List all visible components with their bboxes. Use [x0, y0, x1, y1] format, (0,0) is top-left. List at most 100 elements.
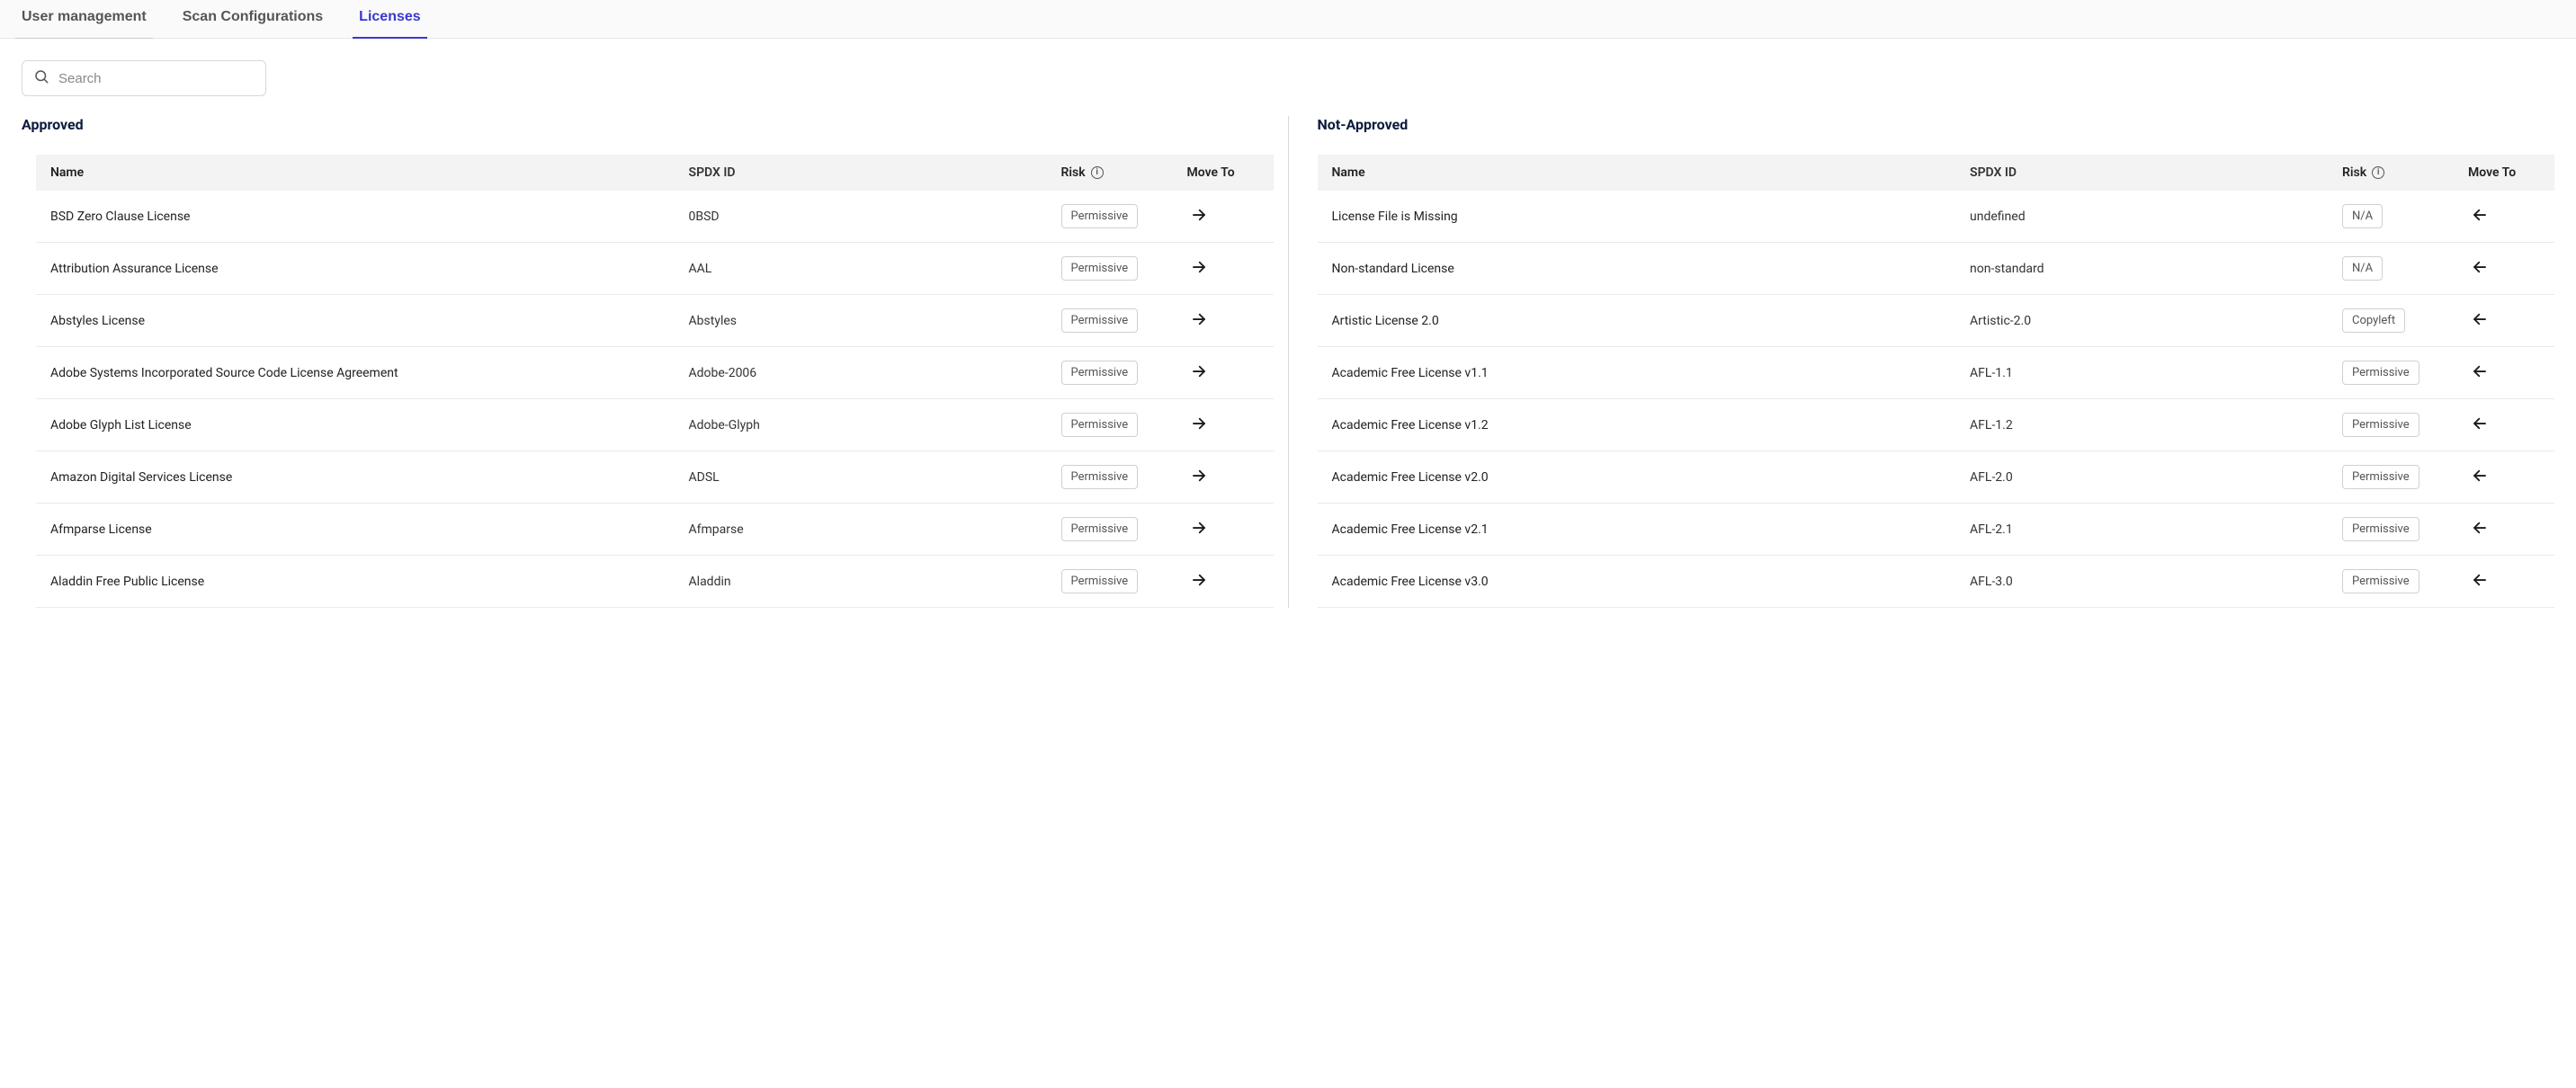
col-header-risk: Risk i [2342, 165, 2468, 180]
move-to-approved-button[interactable] [2468, 360, 2491, 386]
move-to-not-approved-button[interactable] [1187, 464, 1211, 490]
risk-badge: Permissive [1061, 204, 1139, 228]
move-cell [1187, 568, 1259, 594]
arrow-left-icon [2472, 520, 2488, 539]
move-to-not-approved-button[interactable] [1187, 255, 1211, 281]
arrow-right-icon [1191, 363, 1207, 382]
license-risk: Permissive [1061, 308, 1187, 333]
tab-licenses[interactable]: Licenses [359, 0, 420, 38]
license-name: Afmparse License [50, 522, 689, 537]
risk-badge: Permissive [2342, 517, 2419, 541]
table-row: Attribution Assurance LicenseAALPermissi… [36, 243, 1274, 295]
arrow-right-icon [1191, 415, 1207, 434]
move-to-approved-button[interactable] [2468, 516, 2491, 542]
col-header-spdx: SPDX ID [1970, 165, 2342, 180]
arrow-left-icon [2472, 207, 2488, 226]
license-name: Abstyles License [50, 314, 689, 328]
tab-user-management[interactable]: User management [22, 0, 147, 38]
not-approved-table: Name SPDX ID Risk i Move To License File… [1318, 155, 2555, 608]
move-cell [1187, 464, 1259, 490]
approved-table-header: Name SPDX ID Risk i Move To [36, 155, 1274, 191]
risk-badge: Permissive [2342, 569, 2419, 593]
move-cell [1187, 308, 1259, 334]
risk-badge: N/A [2342, 204, 2383, 228]
license-spdx: AFL-2.1 [1970, 522, 2342, 537]
license-risk: Permissive [2342, 569, 2468, 593]
move-cell [1187, 255, 1259, 281]
table-row: Academic Free License v2.1AFL-2.1Permiss… [1318, 504, 2555, 556]
move-to-approved-button[interactable] [2468, 412, 2491, 438]
license-name: Academic Free License v1.2 [1332, 418, 1971, 433]
arrow-left-icon [2472, 572, 2488, 591]
table-row: Abstyles LicenseAbstylesPermissive [36, 295, 1274, 347]
license-risk: Permissive [1061, 413, 1187, 437]
move-to-not-approved-button[interactable] [1187, 203, 1211, 229]
col-header-spdx: SPDX ID [689, 165, 1061, 180]
license-spdx: non-standard [1970, 262, 2342, 276]
license-spdx: Aladdin [689, 575, 1061, 589]
license-risk: Permissive [2342, 361, 2468, 385]
license-name: Adobe Systems Incorporated Source Code L… [50, 366, 689, 380]
move-to-approved-button[interactable] [2468, 255, 2491, 281]
not-approved-title: Not-Approved [1318, 116, 2555, 133]
license-risk: Permissive [2342, 465, 2468, 489]
move-to-approved-button[interactable] [2468, 203, 2491, 229]
move-to-approved-button[interactable] [2468, 568, 2491, 594]
move-to-not-approved-button[interactable] [1187, 568, 1211, 594]
search-input[interactable] [58, 71, 255, 86]
table-row: Artistic License 2.0Artistic-2.0Copyleft [1318, 295, 2555, 347]
table-row: Academic Free License v2.0AFL-2.0Permiss… [1318, 451, 2555, 504]
info-icon[interactable]: i [1091, 166, 1104, 179]
arrow-left-icon [2472, 468, 2488, 486]
license-name: Artistic License 2.0 [1332, 314, 1971, 328]
license-risk: Permissive [1061, 204, 1187, 228]
move-cell [2468, 360, 2540, 386]
move-cell [1187, 203, 1259, 229]
license-spdx: Adobe-2006 [689, 366, 1061, 380]
license-spdx: ADSL [689, 470, 1061, 485]
risk-badge: Permissive [1061, 413, 1139, 437]
license-spdx: AFL-2.0 [1970, 470, 2342, 485]
tabs-bar: User management Scan Configurations Licens… [0, 0, 2576, 39]
license-name: Aladdin Free Public License [50, 575, 689, 589]
table-row: License File is MissingundefinedN/A [1318, 191, 2555, 243]
risk-badge: Permissive [1061, 569, 1139, 593]
arrow-right-icon [1191, 311, 1207, 330]
license-name: Academic Free License v2.0 [1332, 470, 1971, 485]
table-row: Academic Free License v3.0AFL-3.0Permiss… [1318, 556, 2555, 608]
license-risk: Permissive [1061, 465, 1187, 489]
search-box[interactable] [22, 60, 266, 96]
move-to-not-approved-button[interactable] [1187, 412, 1211, 438]
license-risk: N/A [2342, 204, 2468, 228]
move-to-approved-button[interactable] [2468, 464, 2491, 490]
move-to-approved-button[interactable] [2468, 308, 2491, 334]
risk-badge: N/A [2342, 256, 2383, 281]
col-header-name: Name [1332, 165, 1971, 180]
license-spdx: Afmparse [689, 522, 1061, 537]
license-risk: Permissive [2342, 413, 2468, 437]
table-row: Academic Free License v1.2AFL-1.2Permiss… [1318, 399, 2555, 451]
table-row: Adobe Systems Incorporated Source Code L… [36, 347, 1274, 399]
move-to-not-approved-button[interactable] [1187, 360, 1211, 386]
move-to-not-approved-button[interactable] [1187, 308, 1211, 334]
info-icon[interactable]: i [2372, 166, 2384, 179]
move-cell [2468, 516, 2540, 542]
arrow-left-icon [2472, 363, 2488, 382]
license-spdx: AAL [689, 262, 1061, 276]
table-row: Non-standard Licensenon-standardN/A [1318, 243, 2555, 295]
move-cell [2468, 464, 2540, 490]
col-header-move: Move To [1187, 165, 1259, 180]
license-name: Academic Free License v1.1 [1332, 366, 1971, 380]
arrow-left-icon [2472, 415, 2488, 434]
move-to-not-approved-button[interactable] [1187, 516, 1211, 542]
license-spdx: AFL-1.1 [1970, 366, 2342, 380]
move-cell [1187, 516, 1259, 542]
move-cell [2468, 308, 2540, 334]
col-header-name: Name [50, 165, 689, 180]
risk-badge: Permissive [1061, 256, 1139, 281]
move-cell [1187, 412, 1259, 438]
tab-scan-configurations[interactable]: Scan Configurations [183, 0, 323, 38]
risk-badge: Permissive [2342, 361, 2419, 385]
risk-badge: Permissive [2342, 413, 2419, 437]
move-cell [2468, 255, 2540, 281]
